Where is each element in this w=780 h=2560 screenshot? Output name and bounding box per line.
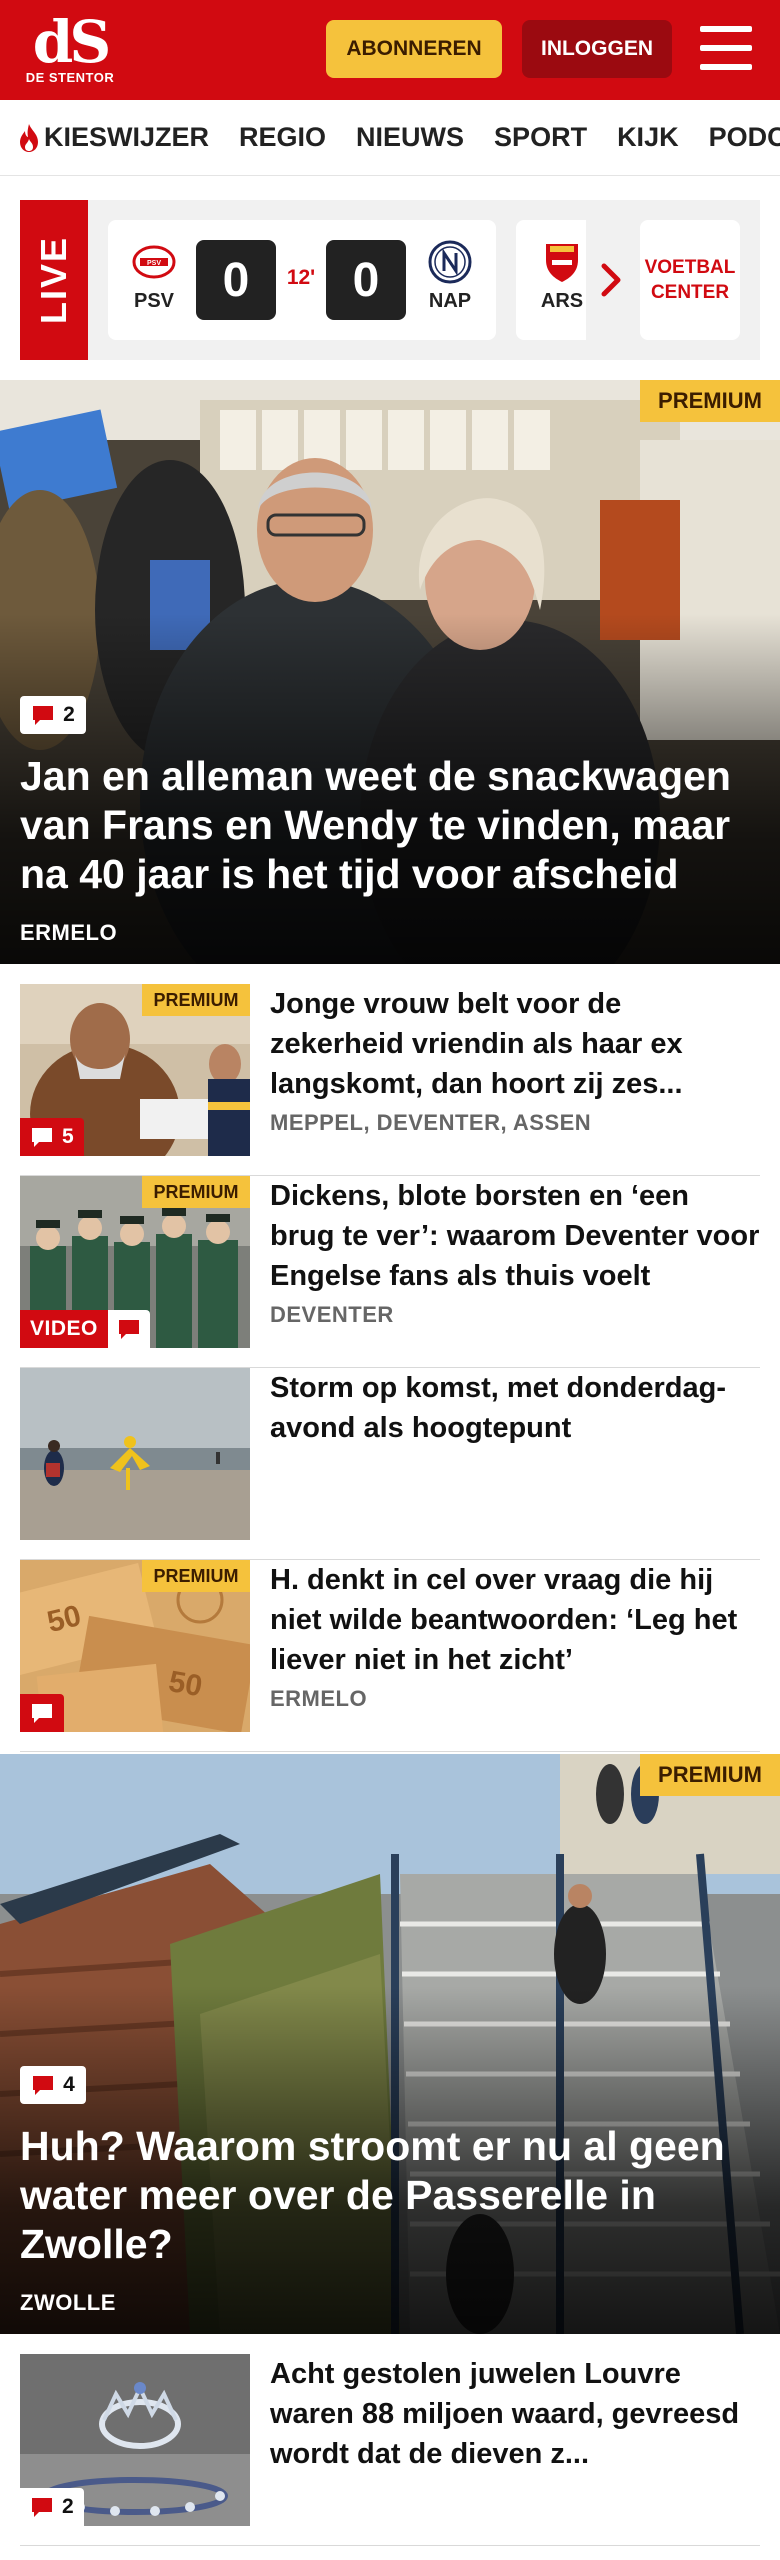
premium-badge: PREMIUM bbox=[640, 1754, 780, 1796]
article-location: MEPPEL, DEVENTER, ASSEN bbox=[270, 1110, 592, 1135]
hero-title[interactable]: Jan en alleman weet de snackwagen van Fr… bbox=[20, 752, 756, 899]
away-team: NAP bbox=[418, 240, 482, 313]
napoli-crest-icon bbox=[428, 240, 472, 284]
premium-badge: PREMIUM bbox=[142, 1176, 250, 1208]
arsenal-crest-icon bbox=[540, 240, 584, 284]
main-nav: KIESWIJZER REGIO NIEUWS SPORT KIJK PODCA… bbox=[0, 100, 780, 176]
nav-item-podcasts[interactable]: PODCASTS bbox=[709, 122, 780, 153]
list-item[interactable]: PREMIUM VIDEO Dickens, blote borsten en … bbox=[20, 1176, 760, 1368]
live-tag: LIVE bbox=[20, 200, 88, 360]
hero-title[interactable]: Huh? Waarom stroomt er nu al geen water … bbox=[20, 2122, 756, 2269]
comment-count-value: 4 bbox=[63, 2073, 75, 2096]
nav-item-regio[interactable]: REGIO bbox=[239, 122, 326, 153]
article-title[interactable]: Storm op komst, met donderdag-avond als … bbox=[270, 1368, 760, 1448]
comment-count: 2 bbox=[20, 2488, 84, 2526]
live-scores-strip: LIVE PSV PSV 0 12' 0 NAP ARS VOETBAL CEN… bbox=[20, 200, 760, 360]
comment-bubble-icon bbox=[32, 1128, 52, 1147]
article-location: DEVENTER bbox=[270, 1302, 394, 1327]
comment-count-value: 5 bbox=[62, 1125, 74, 1148]
comment-count-value: 2 bbox=[63, 703, 75, 726]
list-item[interactable]: PREMIUM 5 Jonge vrouw belt voor de zeker… bbox=[20, 984, 760, 1176]
home-team-name: PSV bbox=[133, 290, 175, 312]
premium-badge: PREMIUM bbox=[142, 984, 250, 1016]
logo-mark: dS bbox=[32, 7, 111, 76]
site-header: dS DE STENTOR ABONNEREN INLOGGEN bbox=[0, 0, 780, 100]
logo-subtitle: DE STENTOR bbox=[25, 69, 115, 85]
video-tag: VIDEO bbox=[20, 1310, 150, 1348]
article-title[interactable]: Acht gestolen juwelen Louvre waren 88 mi… bbox=[270, 2354, 760, 2474]
page: dS DE STENTOR ABONNEREN INLOGGEN KIESWIJ… bbox=[0, 0, 780, 2560]
article-location: ERMELO bbox=[270, 1686, 368, 1711]
hero-article[interactable]: PREMIUM 4 Huh? Waarom stroomt er nu al g… bbox=[0, 1754, 780, 2334]
site-logo[interactable]: dS DE STENTOR bbox=[20, 10, 120, 90]
menu-bar bbox=[700, 64, 752, 70]
away-score: 0 bbox=[326, 240, 406, 320]
premium-badge: PREMIUM bbox=[640, 380, 780, 422]
next-team-name: ARS bbox=[540, 290, 584, 312]
live-label: LIVE bbox=[33, 235, 75, 325]
comment-bubble-icon bbox=[33, 2076, 54, 2095]
menu-bar bbox=[700, 45, 752, 51]
article-thumbnail: PREMIUM VIDEO bbox=[20, 1176, 250, 1348]
nav-item-kijk[interactable]: KIJK bbox=[617, 122, 679, 153]
hero-article[interactable]: PREMIUM 2 Jan en alleman weet de snackwa… bbox=[0, 380, 780, 964]
hamburger-menu-icon[interactable] bbox=[700, 26, 752, 70]
hero-location: ERMELO bbox=[20, 920, 118, 945]
comment-count-value: 2 bbox=[62, 2495, 74, 2518]
article-title[interactable]: H. denkt in cel over vraag die hij niet … bbox=[270, 1560, 760, 1680]
article-title[interactable]: Jonge vrouw belt voor de zekerheid vrien… bbox=[270, 984, 760, 1104]
comment-bubble-icon bbox=[118, 1320, 139, 1339]
nav-item-kieswijzer[interactable]: KIESWIJZER bbox=[18, 122, 209, 153]
list-item[interactable]: 50 50 PREMIUM H. denkt in cel over vraag… bbox=[20, 1560, 760, 1752]
list-item[interactable]: 2 Acht gestolen juwelen Louvre waren 88 … bbox=[20, 2354, 760, 2546]
comment-bubble-icon bbox=[32, 1704, 52, 1723]
match-card[interactable]: PSV PSV 0 12' 0 NAP bbox=[108, 220, 496, 340]
away-team-name: NAP bbox=[428, 290, 472, 312]
match-minute: 12' bbox=[286, 266, 316, 289]
football-center-button[interactable]: VOETBAL CENTER bbox=[640, 220, 740, 340]
thumb-image-storm-beach bbox=[20, 1368, 250, 1540]
flame-icon bbox=[20, 123, 38, 152]
svg-text:50: 50 bbox=[166, 1665, 205, 1703]
subscribe-button[interactable]: ABONNEREN bbox=[326, 20, 502, 78]
svg-text:PSV: PSV bbox=[147, 260, 161, 267]
hero-location: ZWOLLE bbox=[20, 2290, 116, 2315]
next-team: ARS bbox=[530, 240, 586, 313]
comment-indicator bbox=[20, 1694, 64, 1732]
comment-count: 5 bbox=[20, 1118, 84, 1156]
home-score: 0 bbox=[196, 240, 276, 320]
menu-bar bbox=[700, 26, 752, 32]
chevron-right-icon[interactable] bbox=[592, 258, 632, 302]
comment-bubble-icon bbox=[33, 706, 54, 725]
nav-label: KIESWIJZER bbox=[44, 122, 210, 152]
premium-badge: PREMIUM bbox=[142, 1560, 250, 1592]
article-thumbnail bbox=[20, 1368, 250, 1540]
comment-count: 2 bbox=[20, 696, 86, 734]
football-center-label: VOETBAL CENTER bbox=[645, 255, 736, 305]
login-button[interactable]: INLOGGEN bbox=[522, 20, 672, 78]
article-thumbnail: 2 bbox=[20, 2354, 250, 2526]
football-center-label-line1: VOETBAL bbox=[644, 257, 736, 278]
nav-item-sport[interactable]: SPORT bbox=[494, 122, 587, 153]
video-label: VIDEO bbox=[20, 1310, 108, 1348]
article-thumbnail: PREMIUM 5 bbox=[20, 984, 250, 1156]
list-item[interactable]: Storm op komst, met donderdag-avond als … bbox=[20, 1368, 760, 1560]
nav-item-nieuws[interactable]: NIEUWS bbox=[356, 122, 464, 153]
psv-crest-icon: PSV bbox=[132, 240, 176, 284]
comment-count: 4 bbox=[20, 2066, 86, 2104]
match-card-next[interactable]: ARS bbox=[516, 220, 586, 340]
football-center-label-line2: CENTER bbox=[650, 282, 730, 303]
comment-bubble-icon bbox=[32, 2498, 52, 2517]
home-team: PSV PSV bbox=[122, 240, 186, 313]
article-thumbnail: 50 50 PREMIUM bbox=[20, 1560, 250, 1732]
comment-indicator bbox=[107, 1310, 150, 1348]
article-title[interactable]: Dickens, blote borsten en ‘een brug te v… bbox=[270, 1176, 760, 1296]
